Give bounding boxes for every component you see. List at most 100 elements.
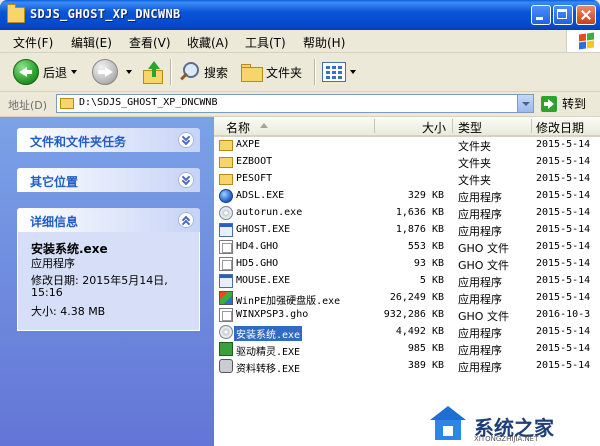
file-name: AXPE — [236, 139, 261, 150]
close-button[interactable] — [576, 5, 596, 25]
go-label: 转到 — [562, 97, 587, 111]
file-row[interactable]: AXPE 文件夹 2015-5-14 — [214, 137, 600, 154]
file-name: 安装系统.exe — [234, 326, 303, 341]
file-type: 应用程序 — [458, 293, 502, 306]
file-date: 2015-5-14 — [536, 326, 591, 337]
panel-title: 详细信息 — [30, 215, 79, 229]
file-type: GHO 文件 — [458, 242, 509, 255]
file-type: 应用程序 — [458, 276, 502, 289]
details-modified-time: 15:16 — [31, 286, 63, 299]
file-date: 2015-5-14 — [536, 292, 591, 303]
forward-dropdown-icon[interactable] — [126, 70, 132, 74]
address-path: D:\SDJS_GHOST_XP_DNCWNB — [79, 97, 218, 108]
file-date: 2015-5-14 — [536, 190, 591, 201]
folder-icon — [219, 174, 233, 185]
file-row[interactable]: 安装系统.exe 4,492 KB 应用程序 2015-5-14 — [214, 324, 600, 341]
address-input[interactable]: D:\SDJS_GHOST_XP_DNCWNB — [56, 94, 534, 113]
panel-header[interactable]: 详细信息 — [17, 208, 200, 232]
file-date: 2015-5-14 — [536, 275, 591, 286]
green-icon — [219, 342, 233, 356]
forward-arrow-icon — [92, 59, 118, 85]
details-body: 安装系统.exe 应用程序 修改日期: 2015年5月14日, 15:16 大小… — [17, 232, 200, 331]
gho-icon — [219, 240, 233, 254]
title-bar[interactable]: SDJS_GHOST_XP_DNCWNB — [0, 0, 600, 30]
menu-favorites[interactable]: 收藏(A) — [187, 34, 229, 51]
file-date: 2015-5-14 — [536, 241, 591, 252]
toolbar-separator — [170, 59, 172, 85]
file-row[interactable]: EZBOOT 文件夹 2015-5-14 — [214, 154, 600, 171]
column-divider[interactable] — [374, 119, 375, 133]
menu-view[interactable]: 查看(V) — [129, 34, 171, 51]
back-button[interactable]: 后退 — [13, 57, 78, 87]
file-row[interactable]: WinPE加强硬盘版.exe 26,249 KB 应用程序 2015-5-14 — [214, 290, 600, 307]
window-title: SDJS_GHOST_XP_DNCWNB — [30, 7, 181, 21]
file-type: 文件夹 — [458, 174, 491, 187]
chevron-down-icon[interactable] — [178, 132, 194, 148]
file-row[interactable]: HD4.GHO 553 KB GHO 文件 2015-5-14 — [214, 239, 600, 256]
panel-details: 详细信息 安装系统.exe 应用程序 修改日期: 2015年5月14日, 15:… — [17, 208, 200, 331]
address-dropdown-icon[interactable] — [517, 95, 533, 112]
file-size: 4,492 KB — [395, 326, 444, 337]
color-icon — [219, 291, 233, 305]
go-arrow-icon — [541, 95, 557, 112]
menu-bar: 文件(F) 编辑(E) 查看(V) 收藏(A) 工具(T) 帮助(H) — [0, 30, 600, 53]
go-button[interactable]: 转到 — [541, 94, 586, 113]
forward-button[interactable] — [92, 57, 132, 87]
minimize-button[interactable] — [531, 5, 551, 25]
file-name: ADSL.EXE — [236, 190, 285, 201]
gho-icon — [219, 308, 233, 322]
column-name[interactable]: 名称 — [226, 119, 250, 136]
panel-header[interactable]: 文件和文件夹任务 — [17, 128, 200, 152]
column-size[interactable]: 大小 — [422, 119, 446, 136]
file-row[interactable]: MOUSE.EXE 5 KB 应用程序 2015-5-14 — [214, 273, 600, 290]
column-divider[interactable] — [531, 119, 532, 133]
file-row[interactable]: 资料转移.EXE 389 KB 应用程序 2015-5-14 — [214, 358, 600, 375]
details-size: 大小: 4.38 MB — [31, 305, 106, 318]
folders-label: 文件夹 — [266, 65, 303, 80]
file-name: HD4.GHO — [236, 241, 279, 252]
watermark-logo: 系统之家 XITONGZHIJIA.NET — [426, 404, 600, 446]
file-name: EZBOOT — [236, 156, 273, 167]
address-label: 地址(D) — [8, 99, 48, 112]
panel-title: 其它位置 — [30, 175, 79, 189]
file-name: WINXPSP3.gho — [236, 309, 309, 320]
menu-help[interactable]: 帮助(H) — [303, 34, 345, 51]
file-size: 5 KB — [419, 275, 444, 286]
file-name: 驱动精灵.EXE — [236, 347, 301, 358]
cd-icon — [219, 325, 233, 339]
file-row[interactable]: 驱动精灵.EXE 985 KB 应用程序 2015-5-14 — [214, 341, 600, 358]
file-row[interactable]: HD5.GHO 93 KB GHO 文件 2015-5-14 — [214, 256, 600, 273]
column-type[interactable]: 类型 — [458, 119, 482, 136]
file-row[interactable]: WINXPSP3.gho 932,286 KB GHO 文件 2016-10-3 — [214, 307, 600, 324]
globe-icon — [219, 189, 233, 203]
up-folder-button[interactable] — [141, 57, 163, 87]
file-row[interactable]: ADSL.EXE 329 KB 应用程序 2015-5-14 — [214, 188, 600, 205]
views-button[interactable] — [322, 57, 356, 87]
panel-header[interactable]: 其它位置 — [17, 168, 200, 192]
chevron-up-icon[interactable] — [178, 212, 194, 228]
file-row[interactable]: GHOST.EXE 1,876 KB 应用程序 2015-5-14 — [214, 222, 600, 239]
menu-edit[interactable]: 编辑(E) — [71, 34, 112, 51]
views-dropdown-icon[interactable] — [350, 70, 356, 74]
column-date[interactable]: 修改日期 — [536, 119, 584, 136]
house-icon — [430, 406, 466, 442]
file-row[interactable]: autorun.exe 1,636 KB 应用程序 2015-5-14 — [214, 205, 600, 222]
file-list: 名称 大小 类型 修改日期 AXPE 文件夹 2015-5-14 EZBOOT 文件夹 2… — [214, 117, 600, 446]
sort-ascending-icon — [260, 123, 268, 128]
folder-icon — [60, 98, 74, 109]
exe-icon — [219, 223, 233, 237]
chevron-down-icon[interactable] — [178, 172, 194, 188]
folders-button[interactable]: 文件夹 — [240, 57, 302, 87]
menu-file[interactable]: 文件(F) — [13, 34, 53, 51]
file-size: 553 KB — [407, 241, 444, 252]
back-arrow-icon — [13, 59, 39, 85]
file-type: GHO 文件 — [458, 310, 509, 323]
search-button[interactable]: 搜索 — [178, 57, 228, 87]
file-row[interactable]: PESOFT 文件夹 2015-5-14 — [214, 171, 600, 188]
menu-tools[interactable]: 工具(T) — [245, 34, 286, 51]
column-header-row: 名称 大小 类型 修改日期 — [214, 117, 600, 137]
file-date: 2015-5-14 — [536, 258, 591, 269]
column-divider[interactable] — [452, 119, 453, 133]
maximize-button[interactable] — [553, 5, 573, 25]
back-dropdown-icon[interactable] — [71, 70, 78, 74]
